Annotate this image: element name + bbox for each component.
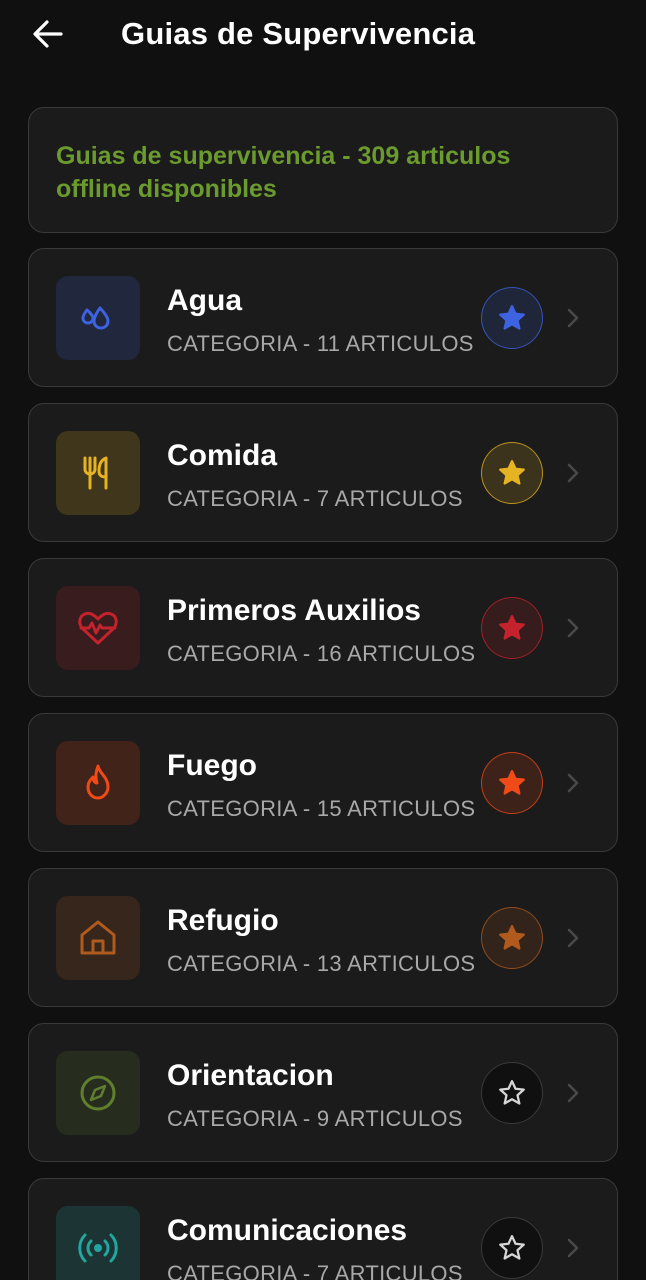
category-name: Comida (167, 439, 278, 472)
category-name: Agua (167, 284, 242, 317)
chevron-right-icon (563, 770, 583, 796)
favorite-button[interactable] (481, 597, 543, 659)
compass-icon (80, 1075, 116, 1111)
category-subtitle: CATEGORIA - 15 ARTICULOS (167, 796, 476, 821)
arrow-left-icon (33, 20, 63, 48)
category-card-refugio[interactable]: Refugio CATEGORIA - 13 ARTICULOS (28, 868, 618, 1007)
star-icon (499, 1235, 525, 1260)
star-icon (499, 1080, 525, 1105)
favorite-button[interactable] (481, 1062, 543, 1124)
category-name: Fuego (167, 749, 257, 782)
chevron-right-icon (563, 925, 583, 951)
category-icon-tile (56, 276, 140, 360)
category-subtitle: CATEGORIA - 11 ARTICULOS (167, 331, 474, 356)
favorite-button[interactable] (481, 442, 543, 504)
category-icon-tile (56, 896, 140, 980)
top-bar: Guias de Supervivencia (0, 0, 646, 70)
category-card-comunicaciones[interactable]: Comunicaciones CATEGORIA - 7 ARTICULOS (28, 1178, 618, 1280)
chevron-right-icon (563, 305, 583, 331)
category-icon-tile (56, 1051, 140, 1135)
category-name: Refugio (167, 904, 279, 937)
star-icon (499, 460, 525, 485)
category-subtitle: CATEGORIA - 13 ARTICULOS (167, 951, 476, 976)
radio-signal-icon (78, 1233, 118, 1263)
water-drops-icon (81, 306, 110, 330)
chevron-right-icon (563, 1080, 583, 1106)
category-card-comida[interactable]: Comida CATEGORIA - 7 ARTICULOS (28, 403, 618, 542)
favorite-button[interactable] (481, 1217, 543, 1279)
category-name: Orientacion (167, 1059, 334, 1092)
category-icon-tile (56, 586, 140, 670)
category-name: Comunicaciones (167, 1214, 408, 1247)
favorite-button[interactable] (481, 907, 543, 969)
category-name: Primeros Auxilios (167, 594, 421, 627)
star-icon (499, 615, 525, 640)
utensils-icon (83, 456, 108, 490)
category-icon-tile (56, 431, 140, 515)
category-card-agua[interactable]: Agua CATEGORIA - 11 ARTICULOS (28, 248, 618, 387)
star-icon (499, 925, 525, 950)
back-button[interactable] (28, 14, 68, 54)
category-card-primeros-auxilios[interactable]: Primeros Auxilios CATEGORIA - 16 ARTICUL… (28, 558, 618, 697)
category-card-orientacion[interactable]: Orientacion CATEGORIA - 9 ARTICULOS (28, 1023, 618, 1162)
star-icon (499, 770, 525, 795)
category-icon-tile (56, 741, 140, 825)
banner-text: Guias de supervivencia - 309 articulos o… (56, 142, 511, 203)
favorite-button[interactable] (481, 752, 543, 814)
category-list: Agua CATEGORIA - 11 ARTICULOS Comida CAT… (28, 248, 618, 1280)
chevron-right-icon (563, 615, 583, 641)
category-subtitle: CATEGORIA - 16 ARTICULOS (167, 641, 476, 666)
category-subtitle: CATEGORIA - 7 ARTICULOS (167, 1261, 463, 1280)
flame-icon (86, 764, 110, 800)
category-subtitle: CATEGORIA - 7 ARTICULOS (167, 486, 463, 511)
info-banner: Guias de supervivencia - 309 articulos o… (28, 107, 618, 233)
chevron-right-icon (563, 460, 583, 486)
house-icon (80, 920, 116, 955)
heart-pulse-icon (78, 611, 118, 645)
app-screen: Guias de Supervivencia Guias de superviv… (0, 0, 646, 1280)
favorite-button[interactable] (481, 287, 543, 349)
category-icon-tile (56, 1206, 140, 1280)
chevron-right-icon (563, 1235, 583, 1261)
page-title: Guias de Supervivencia (121, 16, 476, 51)
category-card-fuego[interactable]: Fuego CATEGORIA - 15 ARTICULOS (28, 713, 618, 852)
category-subtitle: CATEGORIA - 9 ARTICULOS (167, 1106, 463, 1131)
star-icon (499, 305, 525, 330)
